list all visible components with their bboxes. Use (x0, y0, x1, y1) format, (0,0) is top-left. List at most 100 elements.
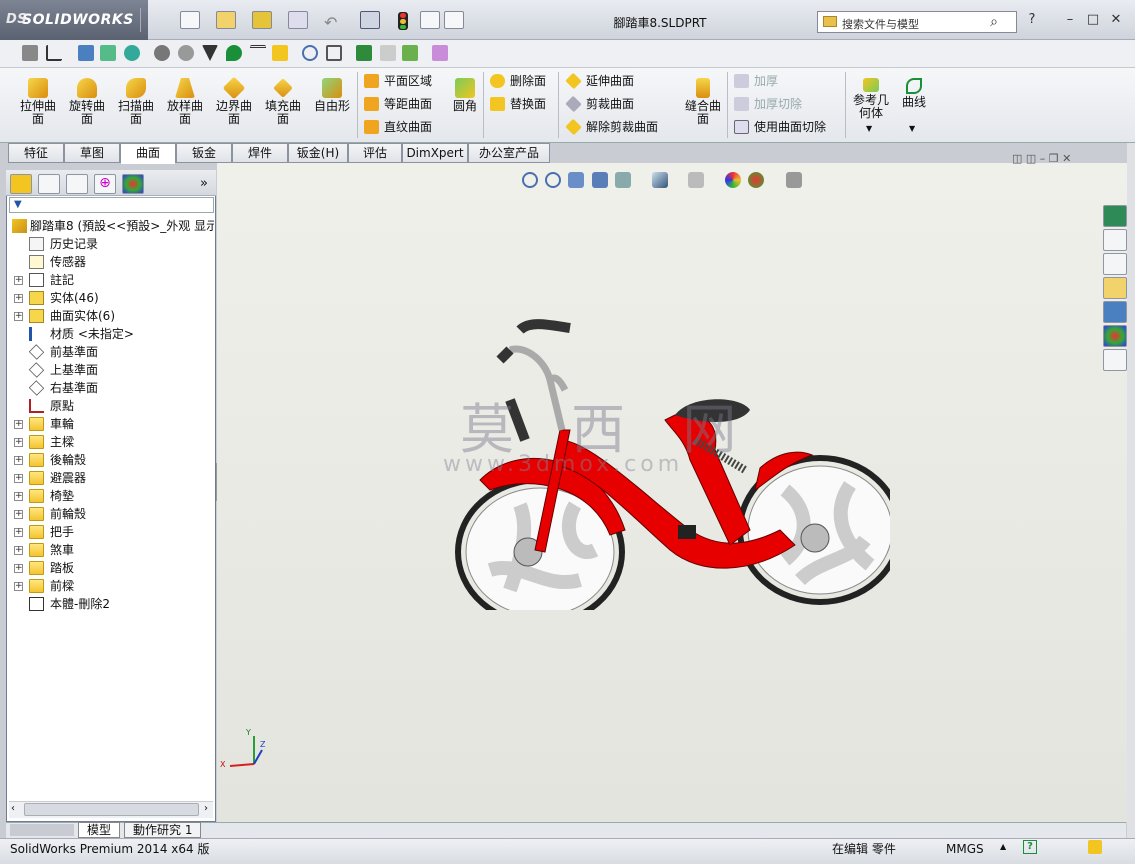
curves-button[interactable]: 曲线 (898, 78, 930, 109)
offset-surface-button[interactable]: 等距曲面 (362, 94, 432, 114)
key-icon[interactable] (22, 45, 38, 61)
thicken-button[interactable]: 加厚 (732, 71, 778, 91)
expand-toggle-icon[interactable]: + (14, 420, 23, 429)
display-style-icon[interactable] (652, 172, 668, 188)
print-icon[interactable] (288, 11, 308, 29)
viewport-window-controls[interactable]: ◫ ◫ – ❐ ✕ (1012, 152, 1071, 165)
search-scope-folder-icon[interactable] (823, 16, 837, 27)
add-in-icon[interactable] (402, 45, 418, 61)
hide-show-items-icon[interactable] (688, 172, 704, 188)
home-icon[interactable] (1103, 229, 1127, 251)
display-icon[interactable] (78, 45, 94, 61)
tree-node[interactable]: 传感器 (8, 253, 214, 271)
tab-weldments[interactable]: 焊件 (232, 143, 288, 163)
options-icon[interactable] (444, 11, 464, 29)
display-manager-tab-icon[interactable] (122, 174, 144, 194)
tree-node[interactable]: + 踏板 (8, 559, 214, 577)
globe-icon[interactable] (124, 45, 140, 61)
expand-toggle-icon[interactable]: + (14, 312, 23, 321)
file-explorer-icon[interactable] (1103, 277, 1127, 299)
configuration-manager-tab-icon[interactable] (66, 174, 88, 194)
apply-scene-icon[interactable] (748, 172, 764, 188)
thicken-cut-button[interactable]: 加厚切除 (732, 94, 802, 114)
tree-node[interactable]: + 註記 (8, 271, 214, 289)
expand-toggle-icon[interactable]: + (14, 456, 23, 465)
logo-arrow[interactable] (140, 8, 152, 32)
status-unit-system[interactable]: MMGS (946, 842, 984, 856)
gear-icon[interactable] (154, 45, 170, 61)
expand-toggle-icon[interactable]: + (14, 546, 23, 555)
assembly-icon[interactable] (100, 45, 116, 61)
help-button[interactable]: ? (1024, 12, 1040, 28)
file-properties-icon[interactable] (420, 11, 440, 29)
extruded-surface-button[interactable]: 拉伸曲面 (15, 78, 61, 126)
tree-node[interactable]: + 椅墊 (8, 487, 214, 505)
tree-node[interactable]: + 实体(46) (8, 289, 214, 307)
reference-geometry-button[interactable]: 参考几何体 (850, 78, 892, 120)
search-input[interactable]: 搜索文件与模型 ⌕ (817, 11, 1017, 33)
tab-office-products[interactable]: 办公室产品 (468, 143, 550, 163)
fillet-button[interactable]: 圆角 (448, 78, 482, 113)
zoom-to-fit-icon[interactable] (522, 172, 538, 188)
custom-properties-icon[interactable] (1103, 349, 1127, 371)
appearances-icon[interactable] (1103, 325, 1127, 347)
smart-dimension-icon[interactable] (46, 45, 62, 61)
rebuild-traffic-light-icon[interactable] (398, 12, 408, 30)
binoculars-icon[interactable] (326, 45, 342, 61)
scroll-thumb[interactable] (24, 803, 199, 816)
search-icon[interactable]: ⌕ (990, 14, 998, 30)
solidworks-logo[interactable]: DS SOLIDWORKS (0, 0, 148, 40)
revolved-surface-button[interactable]: 旋转曲面 (64, 78, 110, 126)
reference-geometry-dropdown-icon[interactable]: ▼ (866, 124, 872, 133)
tab-sheet-metal[interactable]: 钣金 (176, 143, 232, 163)
settings-icon[interactable] (178, 45, 194, 61)
tree-node[interactable]: + 避震器 (8, 469, 214, 487)
expand-toggle-icon[interactable]: + (14, 528, 23, 537)
tree-node[interactable]: 原點 (8, 397, 214, 415)
tree-node[interactable]: 上基準面 (8, 361, 214, 379)
save-icon[interactable] (252, 11, 272, 29)
unit-system-arrow-icon[interactable]: ▲ (1000, 842, 1006, 851)
scroll-right-icon[interactable]: › (204, 803, 208, 814)
solidworks-resources-icon[interactable] (1103, 205, 1127, 227)
tree-node[interactable]: + 前輪殼 (8, 505, 214, 523)
view-palette-icon[interactable] (1103, 301, 1127, 323)
planar-surface-button[interactable]: 平面区域 (362, 71, 432, 91)
curves-dropdown-icon[interactable]: ▼ (909, 124, 915, 133)
tab-motion-study[interactable]: 動作研究 1 (124, 822, 202, 838)
expand-toggle-icon[interactable]: + (14, 492, 23, 501)
expand-toggle-icon[interactable]: + (14, 294, 23, 303)
undo-icon[interactable]: ↶ (324, 13, 337, 32)
panel-expand-icon[interactable]: » (200, 176, 208, 191)
freeform-button[interactable]: 自由形 (309, 78, 355, 113)
scroll-left-icon[interactable]: ‹ (11, 803, 15, 814)
tree-node[interactable]: 腳踏車8 (預設<<預設>_外观 显示 (8, 217, 214, 235)
tab-sketch[interactable]: 草图 (64, 143, 120, 163)
select-arrow-icon[interactable] (360, 11, 380, 29)
knit-surface-button[interactable]: 缝合曲面 (680, 78, 726, 126)
tree-node[interactable]: + 煞車 (8, 541, 214, 559)
expand-toggle-icon[interactable]: + (14, 582, 23, 591)
ruled-surface-button[interactable]: 直纹曲面 (362, 117, 432, 137)
spring-icon[interactable] (250, 45, 266, 61)
boundary-surface-button[interactable]: 边界曲面 (211, 76, 257, 126)
filled-surface-button[interactable]: 填充曲面 (260, 78, 306, 126)
tab-dimxpert[interactable]: DimXpert (402, 143, 468, 163)
tree-filter-input[interactable]: ▼ (9, 197, 214, 213)
lofted-surface-button[interactable]: 放样曲面 (162, 78, 208, 126)
tree-node[interactable]: 右基準面 (8, 379, 214, 397)
dimxpert-manager-tab-icon[interactable]: ⊕ (94, 174, 116, 194)
tree-node[interactable]: + 主樑 (8, 433, 214, 451)
zoom-icon[interactable] (302, 45, 318, 61)
property-manager-tab-icon[interactable] (38, 174, 60, 194)
close-button[interactable]: ✕ (1108, 12, 1124, 28)
status-tag-icon[interactable] (1088, 840, 1102, 854)
tree-node[interactable]: + 車輪 (8, 415, 214, 433)
tree-node[interactable]: + 曲面实体(6) (8, 307, 214, 325)
expand-toggle-icon[interactable]: + (14, 474, 23, 483)
view-settings-icon[interactable] (786, 172, 802, 188)
extend-surface-button[interactable]: 延伸曲面 (564, 71, 634, 91)
print-preview-icon[interactable] (380, 45, 396, 61)
swept-surface-button[interactable]: 扫描曲面 (113, 78, 159, 126)
expand-toggle-icon[interactable]: + (14, 510, 23, 519)
